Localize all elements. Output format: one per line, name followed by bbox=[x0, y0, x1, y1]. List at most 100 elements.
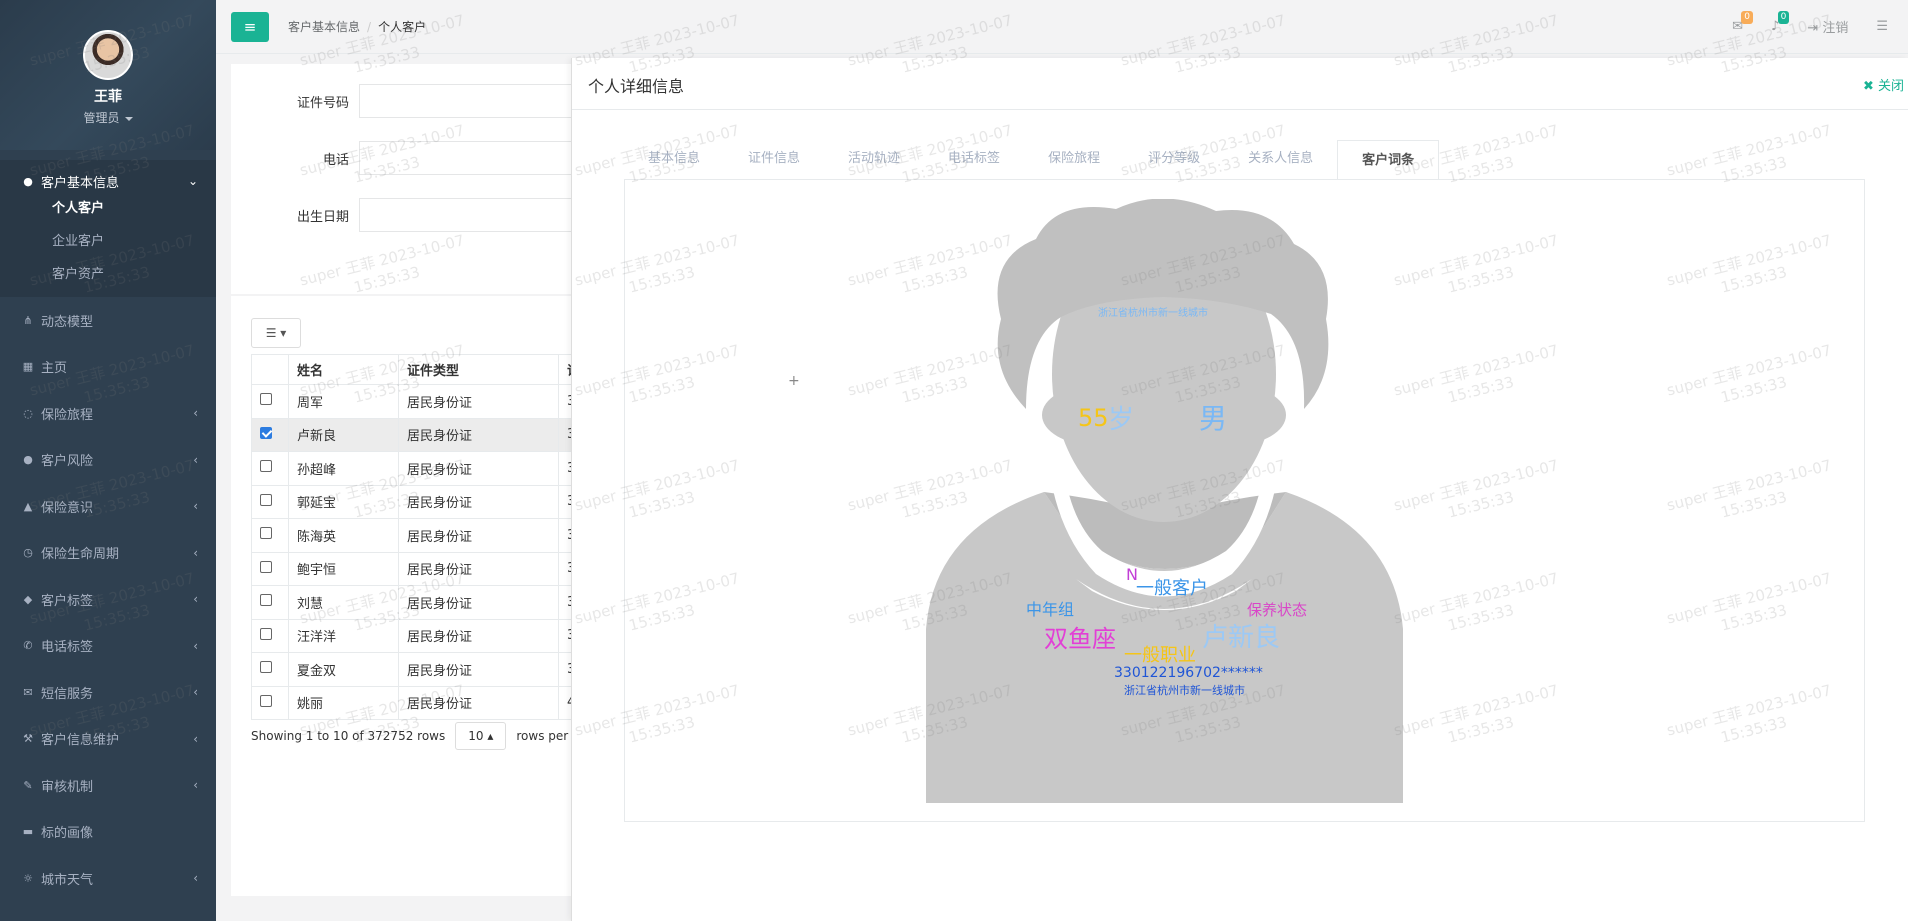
tab-rating-level[interactable]: 评分等级 bbox=[1124, 139, 1224, 179]
menu-toggle-button[interactable]: ≡ bbox=[231, 12, 269, 42]
row-checkbox[interactable] bbox=[260, 661, 272, 674]
close-button[interactable]: ✖ 关闭 bbox=[1863, 75, 1904, 94]
column-header-id-type[interactable]: 证件类型 bbox=[398, 354, 559, 385]
word-cloud-term: 岁 bbox=[1108, 405, 1135, 435]
row-checkbox[interactable] bbox=[260, 694, 272, 707]
tab-customer-terms[interactable]: 客户词条 bbox=[1337, 140, 1440, 180]
sidebar-item-customer-risk[interactable]: ● 客户风险 ‹ bbox=[0, 437, 216, 484]
chevron-down-icon: ⌄ bbox=[187, 174, 198, 188]
row-checkbox[interactable] bbox=[260, 627, 272, 640]
row-checkbox-cell[interactable] bbox=[251, 417, 289, 452]
row-checkbox[interactable] bbox=[260, 393, 272, 406]
sidebar-item-insurance-awareness[interactable]: ▲ 保险意识 ‹ bbox=[0, 483, 216, 530]
logout-button[interactable]: ⇥ 注销 bbox=[1807, 17, 1848, 36]
cell-name: 鲍宇恒 bbox=[288, 551, 399, 586]
sidebar-item-sms[interactable]: ✉ 短信服务 ‹ bbox=[0, 669, 216, 716]
breadcrumb-current: 个人客户 bbox=[378, 20, 427, 34]
row-checkbox[interactable] bbox=[260, 594, 272, 607]
sidebar-subitem-enterprise[interactable]: 企业客户 bbox=[0, 225, 216, 258]
sidebar-item-dynamic-model[interactable]: ⋔ 动态模型 bbox=[0, 297, 216, 344]
sidebar-item-lifecycle[interactable]: ◷ 保险生命周期 ‹ bbox=[0, 530, 216, 577]
row-checkbox[interactable] bbox=[260, 493, 272, 506]
select-all-header[interactable] bbox=[251, 354, 289, 385]
sidebar-item-label: 客户基本信息 bbox=[41, 175, 120, 191]
row-checkbox-cell[interactable] bbox=[251, 484, 289, 519]
table-row[interactable]: 卢新良居民身份证33 bbox=[251, 417, 609, 452]
row-checkbox-cell[interactable] bbox=[251, 384, 289, 419]
navbar-right: ✉ 0 ♪ 0 ⇥ 注销 ☰ bbox=[1732, 11, 1888, 36]
table-row[interactable]: 鲍宇恒居民身份证33 bbox=[251, 551, 609, 586]
word-cloud-term: 浙江省杭州市新一线城市 bbox=[1098, 308, 1208, 319]
table-row[interactable]: 夏金双居民身份证33 bbox=[251, 652, 609, 687]
sidebar-item-customer-tags[interactable]: ◆ 客户标签 ‹ bbox=[0, 576, 216, 623]
sidebar-subitem-assets[interactable]: 客户资产 bbox=[0, 258, 216, 291]
page-size-dropdown[interactable]: 10 ▴ bbox=[455, 722, 507, 750]
caret-down-icon bbox=[124, 116, 133, 121]
tab-basic-info[interactable]: 基本信息 bbox=[624, 139, 724, 179]
row-checkbox-cell[interactable] bbox=[251, 652, 289, 687]
sidebar-item-label: 动态模型 bbox=[41, 314, 94, 330]
edit-icon: ✎ bbox=[23, 778, 33, 792]
tab-phone-tags[interactable]: 电话标签 bbox=[924, 139, 1024, 179]
word-cloud-term: 一般客户 bbox=[1136, 578, 1208, 599]
table-row[interactable]: 周军居民身份证33 bbox=[251, 384, 609, 419]
table-row[interactable]: 郭延宝居民身份证33 bbox=[251, 484, 609, 519]
row-checkbox[interactable] bbox=[260, 426, 272, 439]
sidebar-item-city-weather[interactable]: ☼ 城市天气 ‹ bbox=[0, 855, 216, 902]
breadcrumb-separator: / bbox=[367, 20, 372, 34]
sidebar-item-label: 客户风险 bbox=[41, 454, 94, 470]
word-cloud: 浙江省杭州市新一线城市 55 岁 男 N 一般客户 中年组 保养状态 双鱼座 卢… bbox=[926, 198, 1403, 803]
cell-name: 周军 bbox=[288, 384, 399, 419]
sidebar-item-target-portrait[interactable]: ▬ 标的画像 bbox=[0, 809, 216, 856]
table-header-row: 姓名 证件类型 证 bbox=[251, 354, 609, 385]
person-silhouette-icon bbox=[926, 198, 1403, 803]
user-role-dropdown[interactable]: 管理员 bbox=[0, 109, 216, 126]
row-checkbox-cell[interactable] bbox=[251, 551, 289, 586]
tab-activity-track[interactable]: 活动轨迹 bbox=[824, 139, 924, 179]
chevron-left-icon: ‹ bbox=[193, 499, 198, 514]
cell-name: 汪洋洋 bbox=[288, 618, 399, 653]
cell-name: 卢新良 bbox=[288, 417, 399, 452]
cell-name: 孙超峰 bbox=[288, 451, 399, 486]
top-navbar: ≡ 客户基本信息 / 个人客户 ✉ 0 ♪ 0 ⇥ 注销 ☰ bbox=[216, 0, 1908, 54]
table-row[interactable]: 姚丽居民身份证41 bbox=[251, 685, 609, 720]
sidebar-item-audit[interactable]: ✎ 审核机制 ‹ bbox=[0, 762, 216, 809]
row-checkbox[interactable] bbox=[260, 460, 272, 473]
avatar[interactable] bbox=[83, 30, 133, 80]
notifications-button[interactable]: ♪ 0 bbox=[1771, 11, 1790, 34]
panel-title: 个人详细信息 bbox=[588, 77, 685, 96]
row-checkbox-cell[interactable] bbox=[251, 685, 289, 720]
breadcrumb-item[interactable]: 客户基本信息 bbox=[288, 20, 360, 34]
row-checkbox-cell[interactable] bbox=[251, 518, 289, 553]
column-header-name[interactable]: 姓名 bbox=[288, 354, 399, 385]
tab-related-persons[interactable]: 关系人信息 bbox=[1224, 139, 1337, 179]
sidebar: 王菲 管理员 ● 客户基本信息 ⌄ 个人客户 企业客户 客户资产 ⋔ 动态模型 … bbox=[0, 0, 216, 921]
row-checkbox-cell[interactable] bbox=[251, 618, 289, 653]
table-row[interactable]: 陈海英居民身份证33 bbox=[251, 518, 609, 553]
wrench-icon: ⚒ bbox=[23, 732, 33, 746]
sidebar-subitem-personal[interactable]: 个人客户 bbox=[0, 192, 216, 225]
row-checkbox-cell[interactable] bbox=[251, 451, 289, 486]
sidebar-item-label: 审核机制 bbox=[41, 779, 94, 795]
chevron-left-icon: ‹ bbox=[193, 871, 198, 886]
sidebar-item-phone-tags[interactable]: ✆ 电话标签 ‹ bbox=[0, 623, 216, 670]
right-sidebar-toggle-icon[interactable]: ☰ bbox=[1876, 19, 1888, 34]
panel-header: 个人详细信息 ✖ 关闭 bbox=[572, 58, 1908, 110]
tab-insurance-journey[interactable]: 保险旅程 bbox=[1024, 139, 1124, 179]
cell-name: 刘慧 bbox=[288, 585, 399, 620]
word-cloud-term: 55 bbox=[1078, 404, 1109, 432]
phone-row: 电话 bbox=[231, 141, 619, 175]
table-row[interactable]: 刘慧居民身份证34 bbox=[251, 585, 609, 620]
table-row[interactable]: 孙超峰居民身份证33 bbox=[251, 451, 609, 486]
row-checkbox[interactable] bbox=[260, 560, 272, 573]
table-row[interactable]: 汪洋洋居民身份证33 bbox=[251, 618, 609, 653]
sidebar-item-info-maintenance[interactable]: ⚒ 客户信息维护 ‹ bbox=[0, 716, 216, 763]
columns-toggle-button[interactable]: ☰ ▾ bbox=[251, 318, 301, 348]
row-checkbox[interactable] bbox=[260, 527, 272, 540]
sidebar-item-home[interactable]: ▦ 主页 bbox=[0, 344, 216, 391]
row-checkbox-cell[interactable] bbox=[251, 585, 289, 620]
sidebar-item-insurance-journey[interactable]: ◌ 保险旅程 ‹ bbox=[0, 390, 216, 437]
sidebar-item-customer-info[interactable]: ● 客户基本信息 ⌄ bbox=[0, 160, 216, 192]
messages-button[interactable]: ✉ 0 bbox=[1732, 11, 1753, 34]
tab-id-info[interactable]: 证件信息 bbox=[724, 139, 824, 179]
